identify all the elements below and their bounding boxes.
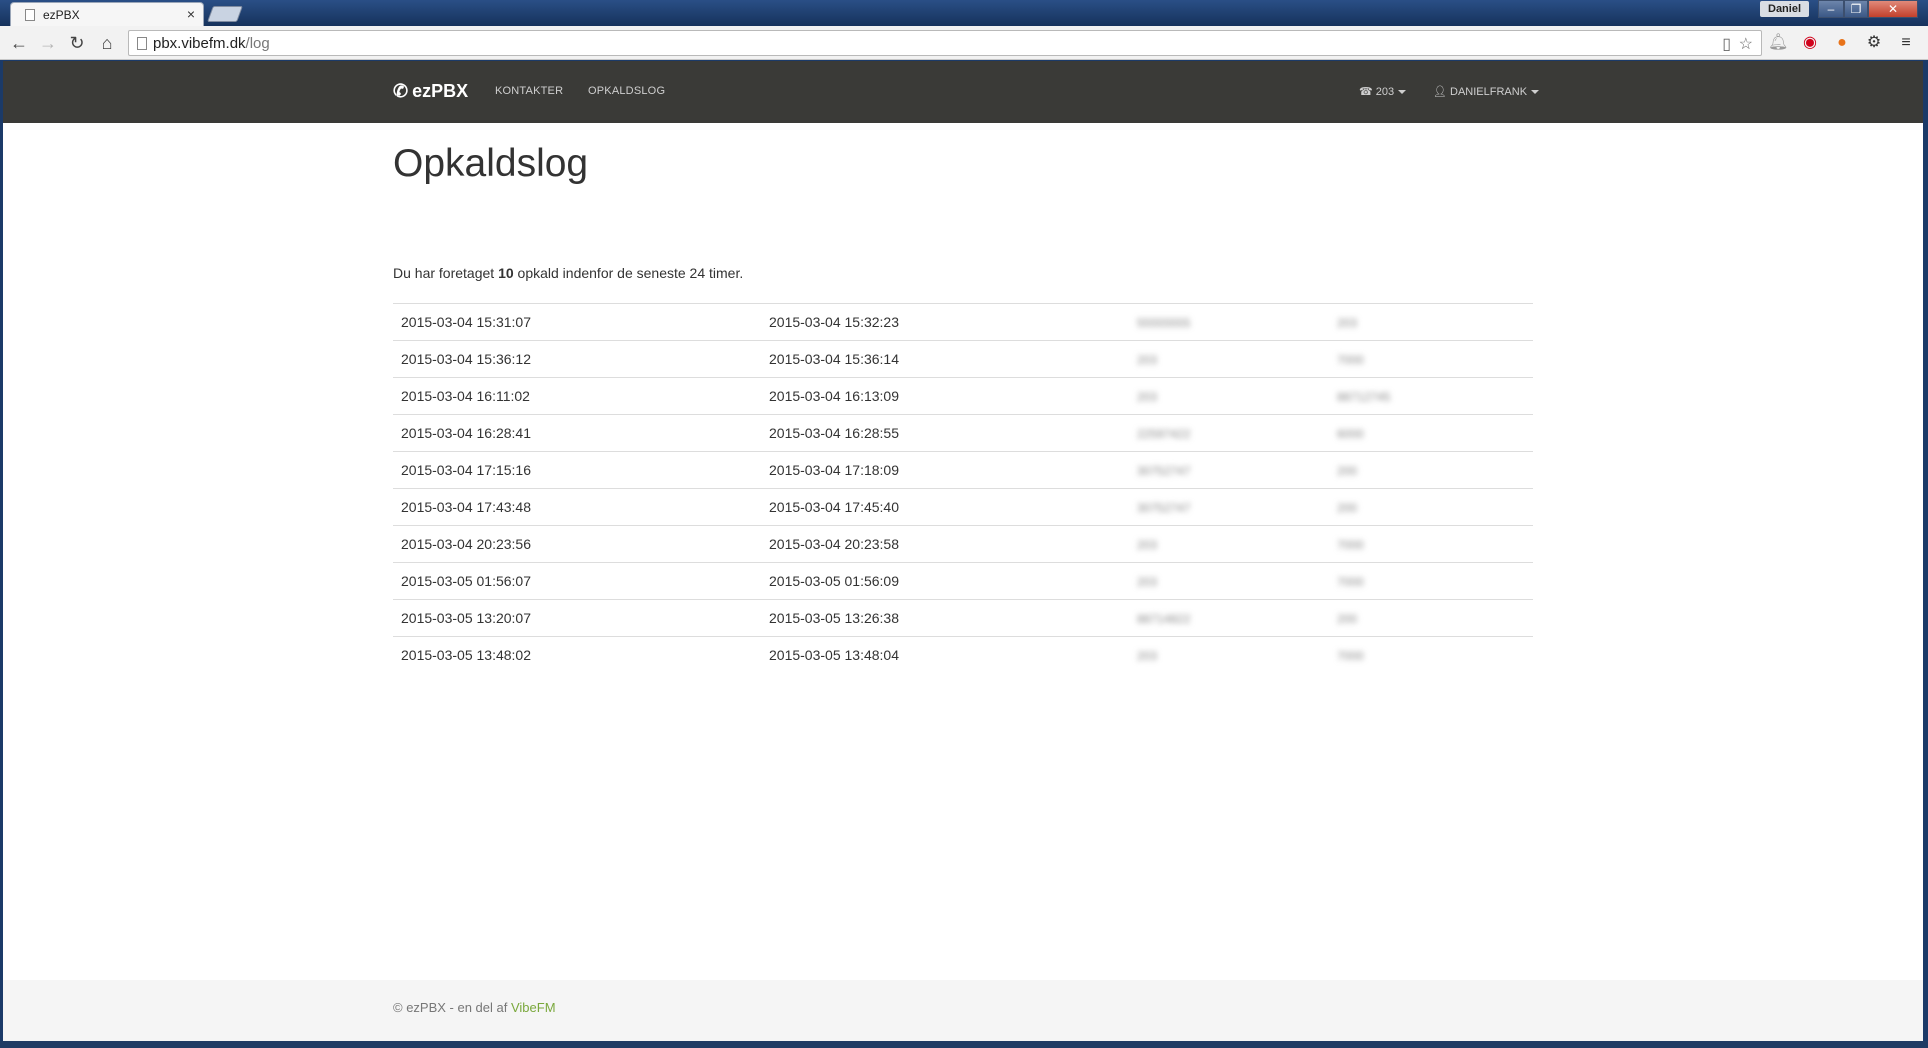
page-viewport: ✆ ezPBX KONTAKTER OPKALDSLOG ☎ 203 👤︎ DAN… <box>3 61 1923 1041</box>
profile-button[interactable]: Daniel <box>1760 1 1810 17</box>
browser-toolbar: ← → ↻ ⌂ pbx.vibefm.dk/log ▯ ☆ 🔔︎ ◉ ● ⚙ ≡ <box>0 26 1928 60</box>
table-row: 2015-03-04 17:43:48 2015-03-04 17:45:40 30… <box>393 488 1533 526</box>
extension-number: 203 <box>1375 86 1395 98</box>
new-tab-button[interactable] <box>207 6 243 22</box>
call-end-time: 2015-03-04 15:36:14 <box>761 340 1129 378</box>
page-icon <box>25 9 35 21</box>
back-icon[interactable]: ← <box>8 32 30 54</box>
browser-titlebar: ezPBX × Daniel – ❐ ✕ <box>0 0 1928 26</box>
tab-close-icon[interactable]: × <box>187 6 195 22</box>
call-end-time: 2015-03-05 13:26:38 <box>761 599 1129 637</box>
gear-icon[interactable]: ⚙ <box>1864 33 1884 53</box>
bell-icon[interactable]: 🔔︎ <box>1768 33 1788 53</box>
browser-tab[interactable]: ezPBX × <box>10 2 204 26</box>
fire-extension-icon[interactable]: ● <box>1832 33 1852 53</box>
nav-link-opkaldslog[interactable]: OPKALDSLOG <box>588 85 665 97</box>
call-end-time: 2015-03-04 17:18:09 <box>761 451 1129 489</box>
forward-icon[interactable]: → <box>37 32 59 54</box>
call-to-number: 203 <box>1329 303 1533 341</box>
call-from-number: 203 <box>1129 525 1329 563</box>
call-from-number: 88714822 <box>1129 599 1329 637</box>
os-taskbar <box>0 1041 1928 1048</box>
call-to-number: 200 <box>1329 488 1533 526</box>
call-end-time: 2015-03-05 13:48:04 <box>761 636 1129 674</box>
brand-link[interactable]: ✆ ezPBX <box>393 81 468 102</box>
table-row: 2015-03-04 17:15:16 2015-03-04 17:18:09 30… <box>393 451 1533 489</box>
table-row: 2015-03-04 15:31:07 2015-03-04 15:32:23 55… <box>393 303 1533 341</box>
home-icon[interactable]: ⌂ <box>96 32 118 54</box>
call-to-number: 7000 <box>1329 340 1533 378</box>
call-from-number: 203 <box>1129 562 1329 600</box>
maximize-icon[interactable]: ❐ <box>1844 0 1868 18</box>
call-to-number: 6000 <box>1329 414 1533 452</box>
table-row: 2015-03-05 13:20:07 2015-03-05 13:26:38 88… <box>393 599 1533 637</box>
call-to-number: 200 <box>1329 599 1533 637</box>
call-from-number: 203 <box>1129 636 1329 674</box>
reader-icon[interactable]: ▯ <box>1722 34 1731 54</box>
call-count: 10 <box>498 265 514 281</box>
table-row: 2015-03-04 20:23:56 2015-03-04 20:23:58 20… <box>393 525 1533 563</box>
call-from-number: 55555555 <box>1129 303 1329 341</box>
call-to-number: 7000 <box>1329 636 1533 674</box>
user-dropdown[interactable]: 👤︎ DANIELFRANK <box>1433 85 1540 98</box>
user-name: DANIELFRANK <box>1450 86 1528 98</box>
minimize-icon[interactable]: – <box>1818 0 1844 18</box>
table-row: 2015-03-05 01:56:07 2015-03-05 01:56:09 20… <box>393 562 1533 600</box>
caret-down-icon <box>1398 90 1407 95</box>
page-icon <box>137 37 147 50</box>
call-from-number: 30752747 <box>1129 451 1329 489</box>
table-row: 2015-03-05 13:48:02 2015-03-05 13:48:04 20… <box>393 636 1533 674</box>
call-to-number: 7000 <box>1329 525 1533 563</box>
call-from-number: 203 <box>1129 340 1329 378</box>
bookmark-star-icon[interactable]: ☆ <box>1739 34 1753 54</box>
table-row: 2015-03-04 16:28:41 2015-03-04 16:28:55 22… <box>393 414 1533 452</box>
site-navbar: ✆ ezPBX KONTAKTER OPKALDSLOG ☎ 203 👤︎ DAN… <box>3 61 1923 123</box>
call-start-time: 2015-03-05 13:48:02 <box>393 636 761 674</box>
close-window-icon[interactable]: ✕ <box>1868 0 1918 18</box>
call-start-time: 2015-03-04 15:36:12 <box>393 340 761 378</box>
call-start-time: 2015-03-04 17:15:16 <box>393 451 761 489</box>
call-start-time: 2015-03-04 15:31:07 <box>393 303 761 341</box>
footer: © ezPBX - en del af VibeFM <box>3 980 1923 1041</box>
phone-icon: ☎ <box>1359 86 1373 98</box>
call-end-time: 2015-03-05 01:56:09 <box>761 562 1129 600</box>
call-log-table: 2015-03-04 15:31:07 2015-03-04 15:32:23 55… <box>393 303 1533 674</box>
table-row: 2015-03-04 15:36:12 2015-03-04 15:36:14 20… <box>393 340 1533 378</box>
call-end-time: 2015-03-04 17:45:40 <box>761 488 1129 526</box>
call-from-number: 203 <box>1129 377 1329 415</box>
call-end-time: 2015-03-04 20:23:58 <box>761 525 1129 563</box>
call-to-number: 88712745 <box>1329 377 1533 415</box>
call-from-number: 22597422 <box>1129 414 1329 452</box>
tab-title: ezPBX <box>43 8 80 22</box>
phone-icon: ✆ <box>393 81 409 101</box>
call-start-time: 2015-03-04 20:23:56 <box>393 525 761 563</box>
address-bar[interactable]: pbx.vibefm.dk/log ▯ ☆ <box>128 30 1762 56</box>
call-start-time: 2015-03-04 16:11:02 <box>393 377 761 415</box>
table-row: 2015-03-04 16:11:02 2015-03-04 16:13:09 20… <box>393 377 1533 415</box>
vibefm-link[interactable]: VibeFM <box>511 1000 556 1015</box>
call-to-number: 200 <box>1329 451 1533 489</box>
opera-extension-icon[interactable]: ◉ <box>1800 33 1820 53</box>
call-summary: Du har foretaget 10 opkald indenfor de s… <box>393 265 744 281</box>
user-icon: 👤︎ <box>1433 86 1447 98</box>
nav-link-kontakter[interactable]: KONTAKTER <box>495 85 563 97</box>
url-text: pbx.vibefm.dk/log <box>153 35 270 52</box>
menu-icon[interactable]: ≡ <box>1896 33 1916 53</box>
call-start-time: 2015-03-04 17:43:48 <box>393 488 761 526</box>
call-start-time: 2015-03-04 16:28:41 <box>393 414 761 452</box>
call-start-time: 2015-03-05 13:20:07 <box>393 599 761 637</box>
call-end-time: 2015-03-04 16:13:09 <box>761 377 1129 415</box>
call-to-number: 7000 <box>1329 562 1533 600</box>
call-end-time: 2015-03-04 15:32:23 <box>761 303 1129 341</box>
reload-icon[interactable]: ↻ <box>66 32 88 54</box>
call-from-number: 30752747 <box>1129 488 1329 526</box>
page-title: Opkaldslog <box>393 142 589 185</box>
call-end-time: 2015-03-04 16:28:55 <box>761 414 1129 452</box>
extension-dropdown[interactable]: ☎ 203 <box>1359 85 1407 98</box>
caret-down-icon <box>1531 90 1540 95</box>
call-start-time: 2015-03-05 01:56:07 <box>393 562 761 600</box>
footer-text: © ezPBX - en del af VibeFM <box>393 1000 556 1015</box>
